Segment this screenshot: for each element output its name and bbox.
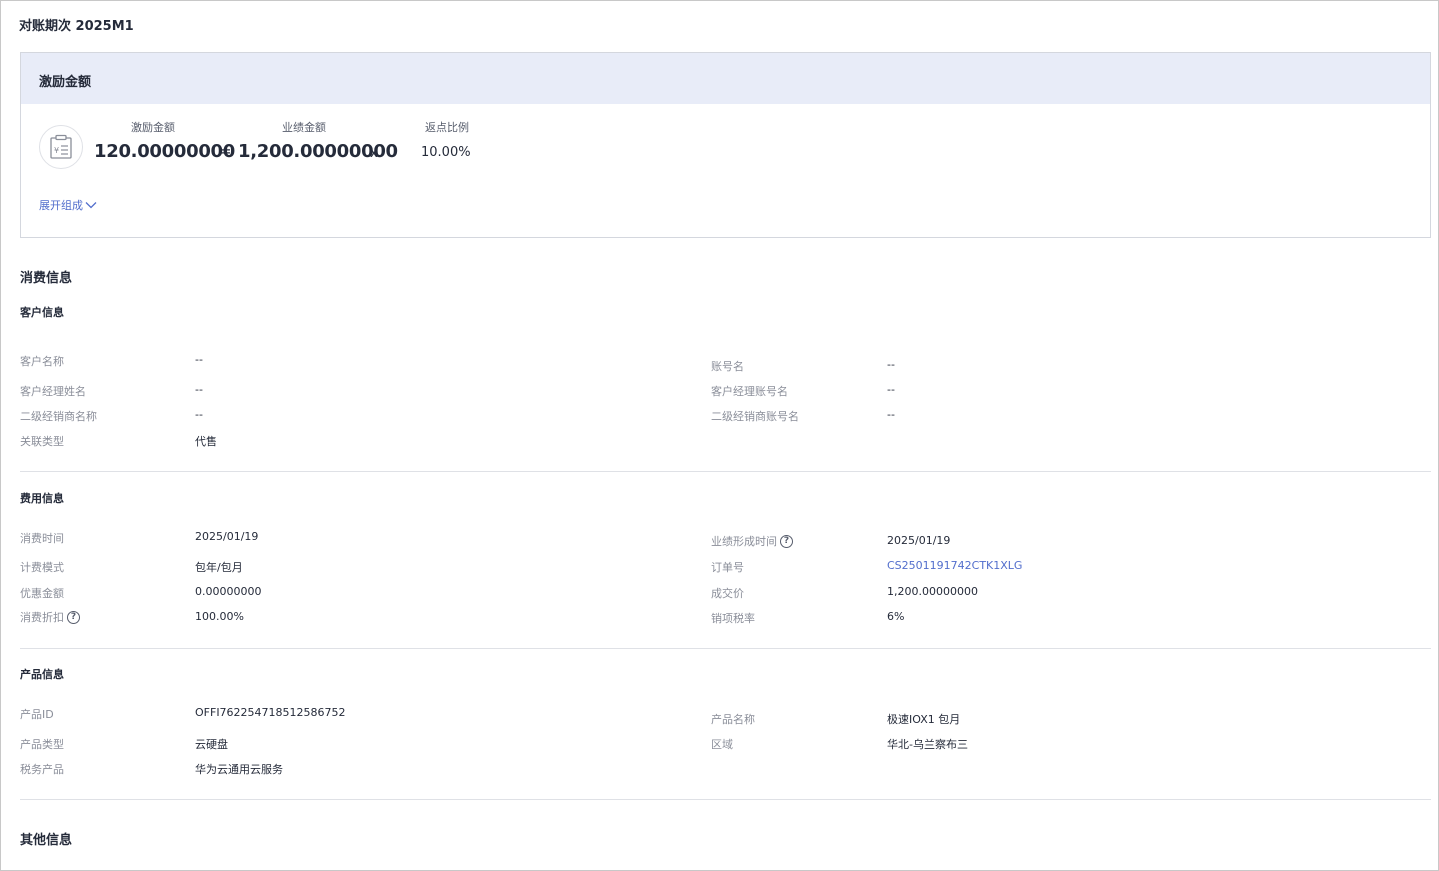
deal-price-label: 成交价	[711, 587, 744, 600]
manager-name-value: --	[195, 383, 203, 396]
customer-name-value: --	[195, 353, 203, 366]
account-name-label: 账号名	[711, 360, 744, 373]
consumption-discount-label-group: 消费折扣 ?	[20, 609, 80, 625]
svg-text:¥: ¥	[54, 146, 59, 155]
product-type-label: 产品类型	[20, 738, 64, 751]
divider	[20, 648, 1431, 649]
order-number-label: 订单号	[711, 561, 744, 574]
reseller-name-value: --	[195, 408, 203, 421]
reseller-account-label: 二级经销商账号名	[711, 410, 799, 423]
page-frame: 对账期次 2025M1 激励金额 ¥ 激励金额 120.00000000 = 业…	[0, 0, 1439, 871]
incentive-amount-label: 激励金额	[131, 121, 175, 134]
period-title: 对账期次 2025M1	[19, 19, 134, 34]
consumption-discount-label: 消费折扣	[20, 611, 64, 624]
equals-sign: =	[219, 142, 232, 160]
performance-time-value: 2025/01/19	[887, 534, 951, 547]
times-sign: x	[370, 146, 378, 161]
product-name-value: 极速IOX1 包月	[887, 713, 961, 726]
discount-amount-value: 0.00000000	[195, 585, 262, 598]
output-tax-rate-label: 销项税率	[711, 612, 755, 625]
customer-info-title: 客户信息	[20, 306, 64, 319]
receipt-icon: ¥	[39, 125, 83, 169]
rebate-rate-label: 返点比例	[425, 121, 469, 134]
manager-account-value: --	[887, 383, 895, 396]
association-type-value: 代售	[195, 435, 217, 448]
consumption-time-label: 消费时间	[20, 532, 64, 545]
performance-amount-label: 业绩金额	[282, 121, 326, 134]
tax-product-label: 税务产品	[20, 763, 64, 776]
incentive-amount-value: 120.00000000	[94, 141, 236, 162]
divider	[20, 471, 1431, 472]
other-info-title: 其他信息	[20, 833, 73, 848]
fee-info-title: 费用信息	[20, 492, 64, 505]
output-tax-rate-value: 6%	[887, 610, 905, 623]
product-info-title: 产品信息	[20, 668, 64, 681]
expand-composition-link[interactable]: 展开组成	[39, 197, 97, 213]
region-label: 区域	[711, 738, 733, 751]
divider	[20, 799, 1431, 800]
discount-amount-label: 优惠金额	[20, 587, 64, 600]
billing-mode-value: 包年/包月	[195, 561, 243, 574]
association-type-label: 关联类型	[20, 435, 64, 448]
consumption-time-value: 2025/01/19	[195, 530, 259, 543]
order-number-link[interactable]: CS2501191742CTK1XLG	[887, 559, 1022, 572]
reseller-account-value: --	[887, 408, 895, 421]
chevron-down-icon	[85, 202, 97, 209]
deal-price-value: 1,200.00000000	[887, 585, 978, 598]
product-type-value: 云硬盘	[195, 738, 228, 751]
help-icon[interactable]: ?	[67, 610, 80, 624]
incentive-card-title: 激励金额	[21, 53, 1430, 104]
account-name-value: --	[887, 358, 895, 371]
region-value: 华北-乌兰察布三	[887, 738, 968, 751]
product-id-value: OFFI762254718512586752	[195, 706, 346, 719]
consumption-discount-value: 100.00%	[195, 610, 244, 623]
manager-name-label: 客户经理姓名	[20, 385, 86, 398]
billing-mode-label: 计费模式	[20, 561, 64, 574]
manager-account-label: 客户经理账号名	[711, 385, 788, 398]
customer-name-label: 客户名称	[20, 355, 64, 368]
product-id-label: 产品ID	[20, 708, 54, 721]
performance-time-label: 业绩形成时间	[711, 535, 777, 548]
performance-time-label-group: 业绩形成时间 ?	[711, 533, 793, 549]
tax-product-value: 华为云通用云服务	[195, 763, 283, 776]
expand-composition-label: 展开组成	[39, 199, 83, 212]
help-icon[interactable]: ?	[780, 534, 793, 548]
consumption-section-title: 消费信息	[20, 271, 73, 286]
product-name-label: 产品名称	[711, 713, 755, 726]
rebate-rate-value: 10.00%	[421, 145, 471, 160]
reseller-name-label: 二级经销商名称	[20, 410, 97, 423]
incentive-card: 激励金额 ¥ 激励金额 120.00000000 = 业绩金额 1,200.00…	[20, 52, 1431, 238]
